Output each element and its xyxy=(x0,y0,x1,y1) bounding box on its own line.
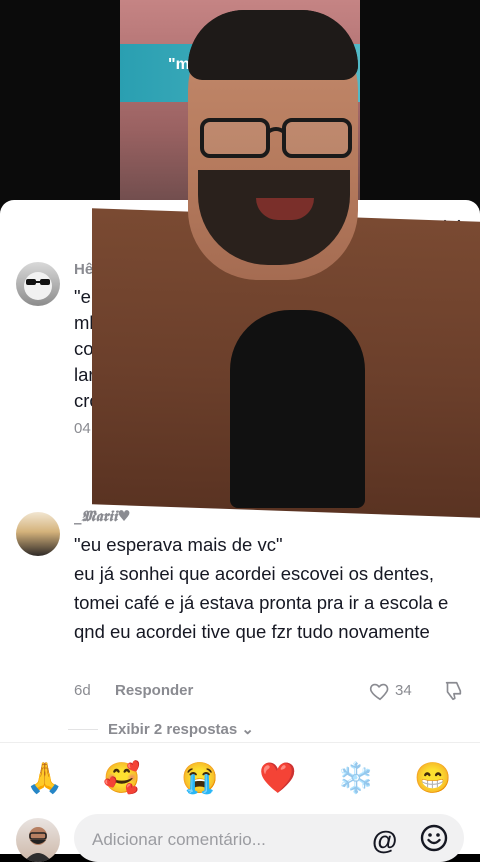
view-replies-button[interactable]: Exibir 2 respostas ⌄ xyxy=(108,720,254,738)
avatar[interactable] xyxy=(16,512,60,556)
comment-text: "eu esperava mais de vc" eu já sonhei qu… xyxy=(74,534,449,642)
avatar[interactable] xyxy=(16,818,60,862)
view-replies[interactable]: Exibir 2 respostas ⌄ xyxy=(0,716,480,742)
dog-avatar-icon xyxy=(24,272,52,300)
glasses-icon xyxy=(200,118,352,158)
emoji-heart[interactable]: ❤️ xyxy=(258,759,298,799)
comment-age: 04 xyxy=(74,420,91,437)
creator-hair xyxy=(188,10,358,80)
mention-icon[interactable]: @ xyxy=(372,825,397,856)
comment-input-bar: Adicionar comentário... @ xyxy=(0,814,480,862)
comment-input[interactable]: Adicionar comentário... @ xyxy=(74,814,464,862)
like-count: 34 xyxy=(395,682,412,699)
user-avatar-icon xyxy=(24,827,52,862)
emoji-crying[interactable]: 😭 xyxy=(180,759,220,799)
emoji-snowflake[interactable]: ❄️ xyxy=(336,759,376,799)
emoji-bar: 🙏 🥰 😭 ❤️ ❄️ 😁 xyxy=(0,742,480,815)
emoji-smiling-hearts[interactable]: 🥰 xyxy=(102,759,142,799)
heart-icon[interactable] xyxy=(369,680,391,702)
emoji-grin[interactable]: 😁 xyxy=(413,759,453,799)
replies-line xyxy=(68,729,98,730)
emoji-pray[interactable]: 🙏 xyxy=(25,759,65,799)
comment-input-placeholder: Adicionar comentário... xyxy=(92,830,266,849)
comment-age: 6d xyxy=(74,682,91,699)
avatar[interactable] xyxy=(16,262,60,306)
dislike-icon[interactable] xyxy=(442,680,464,702)
comment-author[interactable]: _𝕸𝖆𝖗𝖎𝖎♥ xyxy=(74,507,131,525)
microphone xyxy=(230,310,365,508)
reply-button[interactable]: Responder xyxy=(115,682,193,699)
emoji-picker-icon[interactable] xyxy=(420,824,448,852)
